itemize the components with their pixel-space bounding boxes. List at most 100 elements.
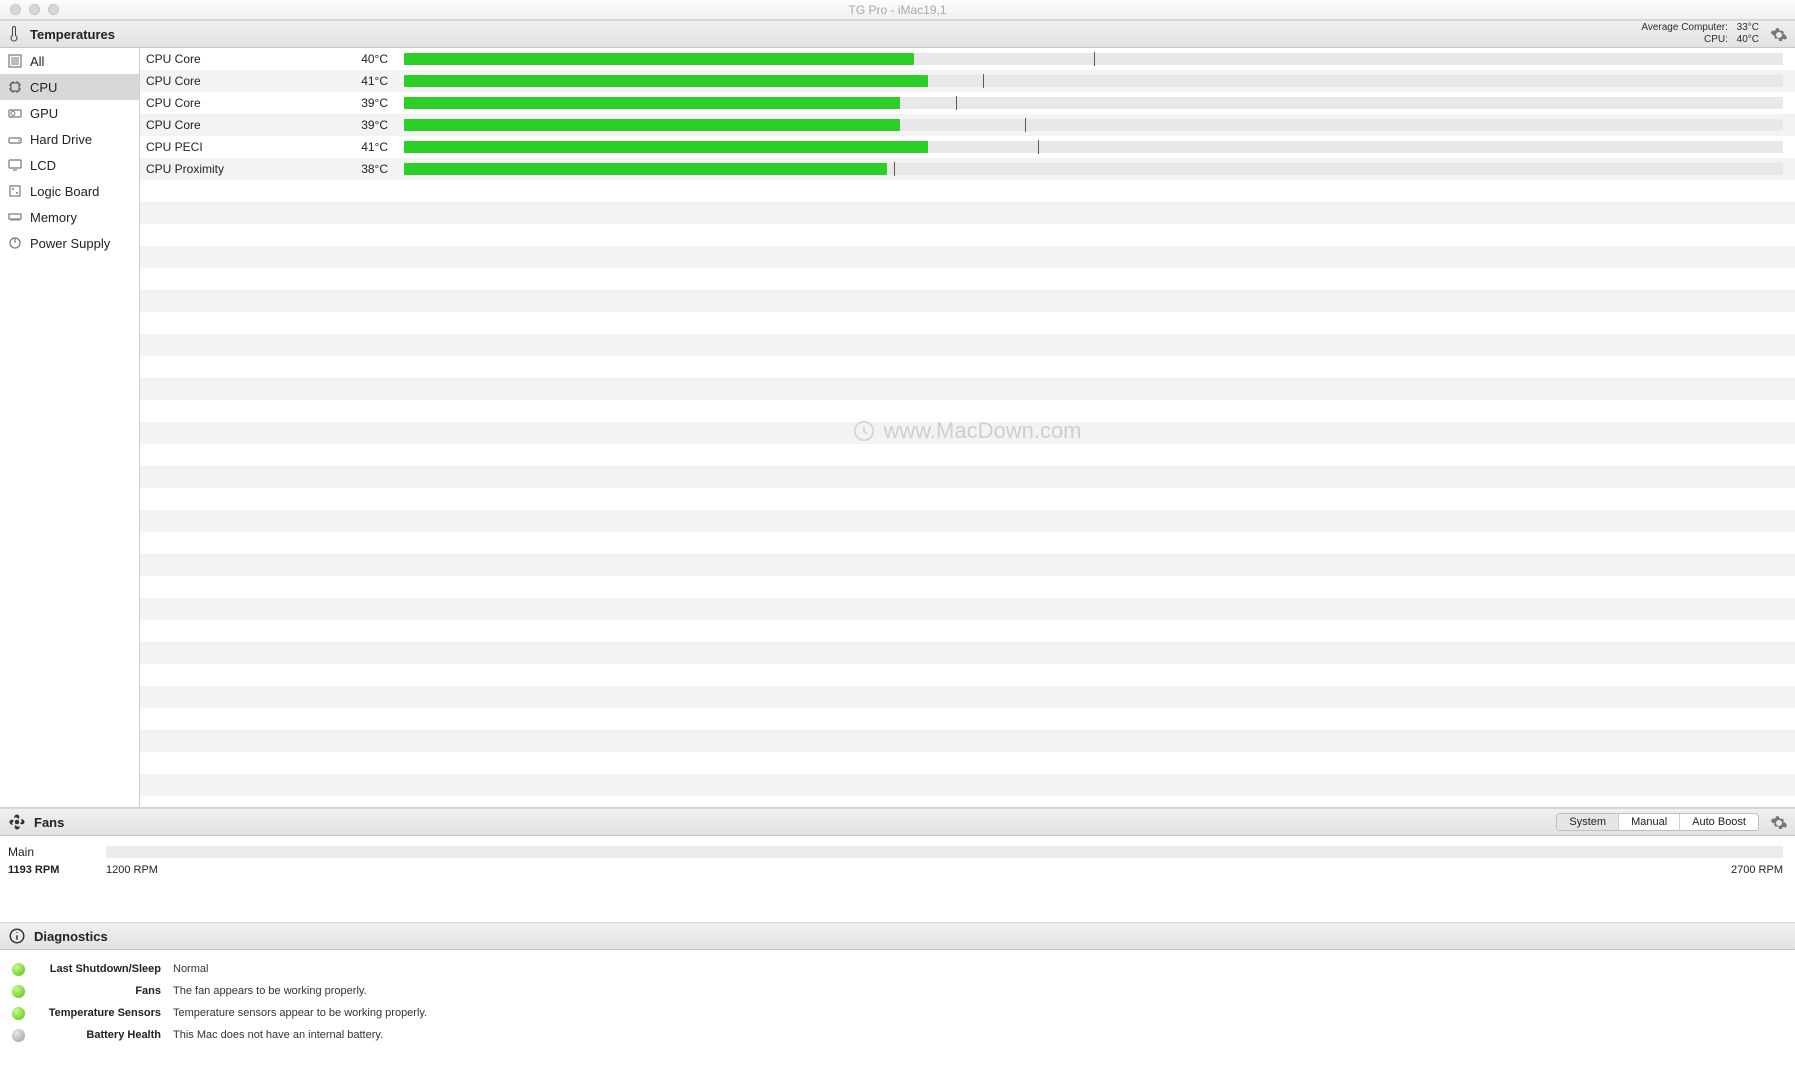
empty-row bbox=[140, 246, 1795, 268]
sensor-value: 39°C bbox=[344, 118, 404, 132]
empty-row bbox=[140, 598, 1795, 620]
sensor-value: 38°C bbox=[344, 162, 404, 176]
diagnostics-header: Diagnostics bbox=[0, 922, 1795, 950]
empty-row bbox=[140, 708, 1795, 730]
fan-icon bbox=[8, 813, 26, 831]
avg-computer-label: Average Computer: bbox=[1641, 22, 1728, 33]
sidebar-item-label: Memory bbox=[30, 210, 77, 225]
empty-row bbox=[140, 400, 1795, 422]
sidebar-item-all[interactable]: All bbox=[0, 48, 139, 74]
temperatures-settings-button[interactable] bbox=[1769, 25, 1789, 45]
sensor-bar-fill bbox=[404, 141, 928, 153]
fans-body: Main 1193 RPM 1200 RPM 2700 RPM bbox=[0, 836, 1795, 922]
sensor-bar-fill bbox=[404, 53, 914, 65]
empty-row bbox=[140, 202, 1795, 224]
sidebar-item-label: All bbox=[30, 54, 44, 69]
empty-row bbox=[140, 532, 1795, 554]
titlebar: TG Pro - iMac19,1 bbox=[0, 0, 1795, 20]
fans-header: Fans System Manual Auto Boost bbox=[0, 808, 1795, 836]
diagnostic-label: Temperature Sensors bbox=[41, 1007, 161, 1019]
empty-row bbox=[140, 290, 1795, 312]
sidebar-item-label: CPU bbox=[30, 80, 57, 95]
minimize-window-icon[interactable] bbox=[29, 4, 40, 15]
sidebar-item-label: Hard Drive bbox=[30, 132, 92, 147]
fan-name: Main bbox=[8, 845, 106, 859]
fan-mode-manual[interactable]: Manual bbox=[1619, 814, 1680, 830]
diagnostic-label: Fans bbox=[41, 985, 161, 997]
sensor-value: 39°C bbox=[344, 96, 404, 110]
sensor-bar-tick bbox=[894, 162, 895, 176]
empty-row bbox=[140, 488, 1795, 510]
sidebar-item-logic-board[interactable]: Logic Board bbox=[0, 178, 139, 204]
diagnostic-row: Battery HealthThis Mac does not have an … bbox=[12, 1024, 1783, 1046]
zoom-window-icon[interactable] bbox=[48, 4, 59, 15]
sensor-bar-fill bbox=[404, 119, 900, 131]
diagnostic-row: Temperature Sensors Temperature sensors a… bbox=[12, 1002, 1783, 1024]
sensor-bar-fill bbox=[404, 75, 928, 87]
avg-computer-value: 33°C bbox=[1737, 22, 1759, 33]
empty-row bbox=[140, 686, 1795, 708]
diagnostics-title: Diagnostics bbox=[34, 929, 108, 944]
diagnostic-row: Fans The fan appears to be working proper… bbox=[12, 980, 1783, 1002]
empty-row bbox=[140, 312, 1795, 334]
sidebar-item-cpu[interactable]: CPU bbox=[0, 74, 139, 100]
sensor-bar-fill bbox=[404, 163, 887, 175]
sensor-bar-tick bbox=[956, 96, 957, 110]
empty-row bbox=[140, 224, 1795, 246]
logicboard-icon bbox=[8, 184, 22, 198]
diagnostic-label: Last Shutdown/Sleep bbox=[41, 963, 161, 975]
empty-row bbox=[140, 180, 1795, 202]
fans-title: Fans bbox=[34, 815, 64, 830]
diagnostic-value: Temperature sensors appear to be working… bbox=[173, 1007, 427, 1019]
category-sidebar: All CPU GPU Hard Drive LCD Logic Board M… bbox=[0, 48, 140, 807]
sidebar-item-hard-drive[interactable]: Hard Drive bbox=[0, 126, 139, 152]
gpu-icon bbox=[8, 106, 22, 120]
fan-mode-auto-boost[interactable]: Auto Boost bbox=[1680, 814, 1758, 830]
fan-min-rpm: 1200 RPM bbox=[106, 864, 206, 876]
empty-row bbox=[140, 422, 1795, 444]
header-summary: Average Computer: 33°C CPU: 40°C bbox=[1641, 21, 1759, 47]
fan-mode-segmented[interactable]: System Manual Auto Boost bbox=[1556, 813, 1759, 831]
status-dot-icon bbox=[12, 985, 25, 998]
sensor-bar bbox=[404, 119, 1783, 131]
hdd-icon bbox=[8, 132, 22, 146]
sidebar-item-label: LCD bbox=[30, 158, 56, 173]
sensor-bar bbox=[404, 97, 1783, 109]
sensor-list: CPU Core40°CCPU Core41°CCPU Core39°CCPU … bbox=[140, 48, 1795, 807]
empty-row bbox=[140, 466, 1795, 488]
sensor-row: CPU Core40°C bbox=[140, 48, 1795, 70]
diagnostic-value: This Mac does not have an internal batte… bbox=[173, 1029, 383, 1041]
sensor-bar bbox=[404, 75, 1783, 87]
empty-row bbox=[140, 730, 1795, 752]
sidebar-item-lcd[interactable]: LCD bbox=[0, 152, 139, 178]
sidebar-item-memory[interactable]: Memory bbox=[0, 204, 139, 230]
sensor-name: CPU Core bbox=[144, 118, 344, 132]
fan-meta: 1193 RPM 1200 RPM 2700 RPM bbox=[8, 864, 1783, 876]
sensor-bar bbox=[404, 163, 1783, 175]
status-dot-icon bbox=[12, 1007, 25, 1020]
sensor-name: CPU Core bbox=[144, 96, 344, 110]
fan-mode-system[interactable]: System bbox=[1557, 814, 1619, 830]
sensor-bar-fill bbox=[404, 97, 900, 109]
temperatures-body: All CPU GPU Hard Drive LCD Logic Board M… bbox=[0, 48, 1795, 808]
sidebar-item-label: Power Supply bbox=[30, 236, 110, 251]
temperatures-title: Temperatures bbox=[30, 27, 115, 42]
sensor-row: CPU Proximity38°C bbox=[140, 158, 1795, 180]
sensor-bar-tick bbox=[1025, 118, 1026, 132]
diagnostic-value: Normal bbox=[173, 963, 208, 975]
close-window-icon[interactable] bbox=[10, 4, 21, 15]
empty-row bbox=[140, 268, 1795, 290]
empty-row bbox=[140, 378, 1795, 400]
diagnostic-value: The fan appears to be working properly. bbox=[173, 985, 367, 997]
traffic-lights bbox=[0, 4, 59, 15]
diagnostic-row: Last Shutdown/Sleep Normal bbox=[12, 958, 1783, 980]
memory-icon bbox=[8, 210, 22, 224]
fans-settings-button[interactable] bbox=[1769, 813, 1789, 833]
empty-row bbox=[140, 510, 1795, 532]
cpu-icon bbox=[8, 80, 22, 94]
sidebar-item-power-supply[interactable]: Power Supply bbox=[0, 230, 139, 256]
sensor-bar-tick bbox=[983, 74, 984, 88]
empty-row bbox=[140, 554, 1795, 576]
sidebar-item-gpu[interactable]: GPU bbox=[0, 100, 139, 126]
empty-row bbox=[140, 774, 1795, 796]
